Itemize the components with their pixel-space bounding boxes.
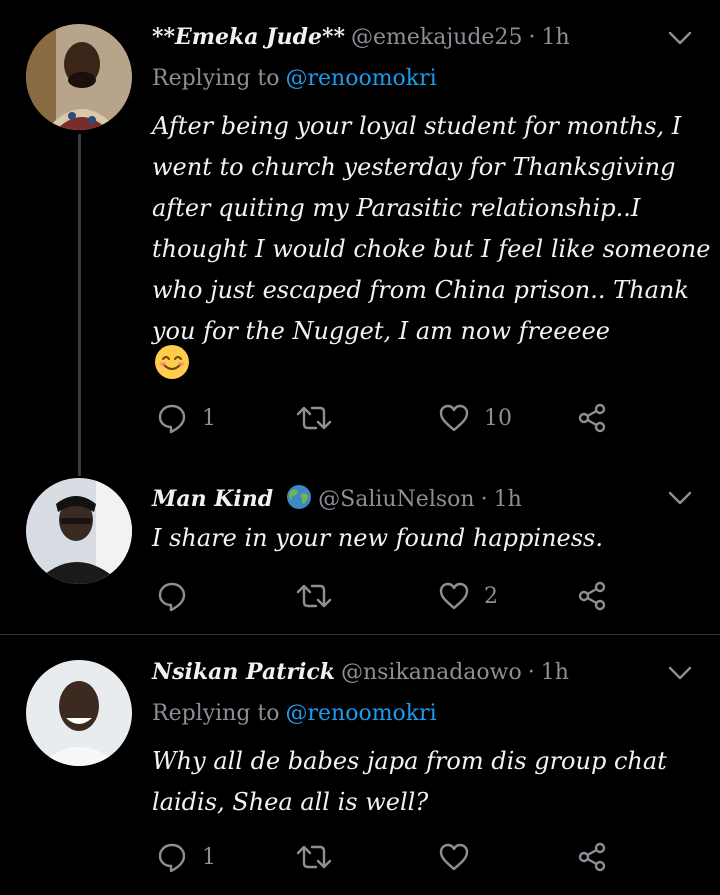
like-button[interactable] (438, 837, 484, 877)
tweet-text: After being your loyal student for month… (152, 112, 711, 345)
timestamp[interactable]: 1h (494, 487, 522, 512)
action-bar: 1 (152, 837, 632, 877)
timestamp[interactable]: 1h (541, 25, 569, 50)
mention-link[interactable]: @renoomokri (286, 701, 437, 726)
share-button[interactable] (576, 837, 608, 877)
replying-to: Replying to @renoomokri (152, 701, 437, 726)
retweet-button[interactable] (296, 398, 346, 438)
retweet-icon (296, 406, 332, 430)
replying-to: Replying to @renoomokri (152, 66, 437, 91)
replying-to-label: Replying to (152, 701, 280, 726)
smiling-face-icon (154, 344, 190, 380)
tweet-text: Why all de babes japa from dis group cha… (152, 747, 667, 816)
retweet-button[interactable] (296, 576, 346, 616)
tweet-2[interactable]: Man Kind @SaliuNelson · 1h I share in your… (0, 470, 720, 635)
separator-dot: · (480, 487, 488, 512)
like-count: 10 (484, 405, 512, 431)
handle[interactable]: @SaliuNelson (318, 487, 474, 512)
display-name[interactable]: Man Kind (152, 486, 273, 512)
reply-button[interactable]: 1 (156, 837, 216, 877)
heart-icon (439, 582, 469, 610)
chevron-down-icon[interactable] (666, 28, 694, 48)
share-icon (578, 581, 606, 611)
avatar[interactable] (26, 660, 132, 766)
retweet-button[interactable] (296, 837, 346, 877)
reply-button[interactable] (156, 576, 202, 616)
tweet-text: I share in your new found happiness. (152, 524, 603, 552)
replying-to-label: Replying to (152, 66, 280, 91)
like-button[interactable]: 2 (438, 576, 498, 616)
mention-link[interactable]: @renoomokri (286, 66, 437, 91)
handle[interactable]: @emekajude25 (351, 25, 522, 50)
tweet-header: Man Kind @SaliuNelson · 1h (152, 484, 522, 516)
share-icon (578, 403, 606, 433)
share-icon (578, 842, 606, 872)
heart-icon (439, 404, 469, 432)
display-name[interactable]: **Emeka Jude** (152, 24, 345, 50)
handle[interactable]: @nsikanadaowo (341, 660, 522, 685)
comment-icon (158, 843, 186, 873)
avatar[interactable] (26, 24, 132, 130)
reply-button[interactable]: 1 (156, 398, 216, 438)
retweet-icon (296, 845, 332, 869)
action-bar: 2 (152, 576, 632, 616)
action-bar: 1 10 (152, 398, 632, 438)
separator-dot: · (528, 25, 536, 50)
like-count: 2 (484, 583, 498, 609)
comment-icon (158, 582, 186, 612)
reply-count: 1 (202, 405, 216, 431)
share-button[interactable] (576, 576, 608, 616)
tweet-3[interactable]: Nsikan Patrick @nsikanadaowo · 1h Replying … (0, 635, 720, 895)
chevron-down-icon[interactable] (666, 663, 694, 683)
tweet-1[interactable]: **Emeka Jude** @emekajude25 · 1h Replying t… (0, 0, 720, 476)
share-button[interactable] (576, 398, 608, 438)
chevron-down-icon[interactable] (666, 488, 694, 508)
display-name[interactable]: Nsikan Patrick (152, 659, 335, 685)
reply-count: 1 (202, 844, 216, 870)
separator-dot: · (527, 660, 535, 685)
like-button[interactable]: 10 (438, 398, 512, 438)
retweet-icon (296, 584, 332, 608)
timestamp[interactable]: 1h (541, 660, 569, 685)
tweet-header: Nsikan Patrick @nsikanadaowo · 1h (152, 659, 569, 685)
globe-icon (286, 484, 312, 516)
comment-icon (158, 404, 186, 434)
tweet-header: **Emeka Jude** @emekajude25 · 1h (152, 24, 570, 50)
avatar[interactable] (26, 478, 132, 584)
thread-line (78, 134, 81, 476)
heart-icon (439, 843, 469, 871)
